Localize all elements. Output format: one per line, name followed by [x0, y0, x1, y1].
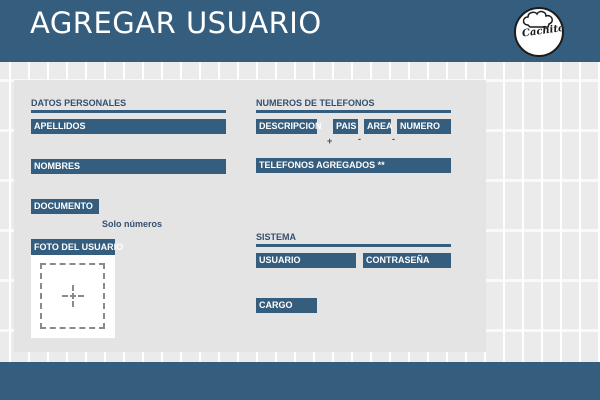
foto-usuario-box: FOTO DEL USUARIO	[31, 239, 123, 338]
numero-field[interactable]: NUMERO	[397, 119, 451, 134]
telefonos-title: NUMEROS DE TELEFONOS	[256, 98, 451, 113]
footer-bar	[0, 362, 600, 400]
header-bar: AGREGAR USUARIO Cachito	[0, 0, 600, 62]
plus-sign: +	[327, 136, 333, 146]
telefonos-agregados-field[interactable]: TELEFONOS AGREGADOS **	[256, 158, 451, 173]
cargo-field[interactable]: CARGO	[256, 298, 317, 313]
cachito-logo: Cachito	[514, 7, 564, 57]
nombres-field[interactable]: NOMBRES	[31, 159, 226, 174]
foto-usuario-label: FOTO DEL USUARIO	[31, 239, 123, 255]
datos-personales-title: DATOS PERSONALES	[31, 98, 226, 113]
dash-sign-1: -	[358, 134, 361, 144]
photo-upload-area[interactable]	[40, 263, 105, 329]
documento-field[interactable]: DOCUMENTO	[31, 199, 99, 214]
pais-field[interactable]: PAIS	[333, 119, 358, 134]
documento-hint: Solo números	[102, 219, 163, 229]
descripcion-field[interactable]: DESCRIPCION	[256, 119, 322, 134]
add-photo-icon	[62, 285, 84, 307]
apellidos-field[interactable]: APELLIDOS	[31, 119, 226, 134]
sistema-title: SISTEMA	[256, 232, 451, 247]
area-field[interactable]: AREA	[364, 119, 393, 134]
contrasena-field[interactable]: CONTRASEÑA	[363, 253, 451, 268]
usuario-field[interactable]: USUARIO	[256, 253, 356, 268]
page-title: AGREGAR USUARIO	[30, 6, 322, 40]
dash-sign-2: -	[392, 134, 395, 144]
